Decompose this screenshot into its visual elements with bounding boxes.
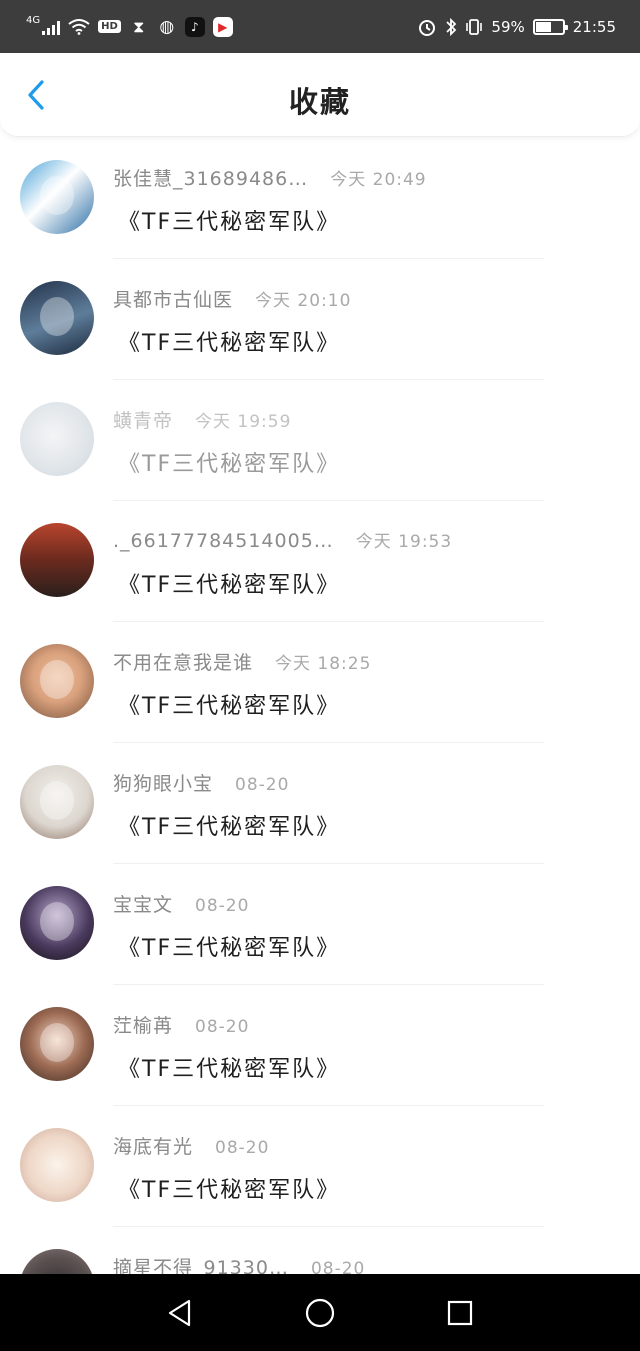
nav-back-button[interactable] — [158, 1291, 202, 1335]
avatar[interactable] — [20, 281, 94, 355]
favorites-list: 张佳慧_31689486… 今天 20:49 《TF三代秘密军队》 具都市古仙医… — [0, 138, 640, 1274]
item-time: 08-20 — [310, 1259, 366, 1274]
item-name[interactable]: 蟥青帝 — [113, 406, 173, 433]
item-time: 今天 18:25 — [275, 654, 372, 674]
list-item[interactable]: ._66177784514005… 今天 19:53 《TF三代秘密军队》 — [0, 501, 640, 622]
list-item[interactable]: 摘星不得_91330… 08-20 — [0, 1227, 640, 1274]
item-content[interactable]: 《TF三代秘密军队》 — [118, 204, 340, 236]
nav-recents-button[interactable] — [438, 1291, 482, 1335]
item-meta: 海底有光 08-20 — [113, 1132, 269, 1159]
system-nav-bar — [0, 1274, 640, 1351]
status-bar: 4G HD ⧗ ◍ ♪ ▶ 59% 21:55 — [0, 0, 640, 53]
avatar[interactable] — [20, 1128, 94, 1202]
list-item[interactable]: 具都市古仙医 今天 20:10 《TF三代秘密军队》 — [0, 259, 640, 380]
item-meta: 狗狗眼小宝 08-20 — [113, 769, 289, 796]
page-title: 收藏 — [288, 85, 351, 119]
item-content[interactable]: 《TF三代秘密军队》 — [118, 930, 340, 962]
network-type: 4G — [26, 15, 41, 26]
avatar[interactable] — [20, 160, 94, 234]
item-meta: 宝宝文 08-20 — [113, 890, 249, 917]
list-item[interactable]: 海底有光 08-20 《TF三代秘密军队》 — [0, 1106, 640, 1227]
item-content[interactable]: 《TF三代秘密军队》 — [118, 446, 340, 478]
item-name[interactable]: 狗狗眼小宝 — [113, 769, 213, 796]
list-item[interactable]: 不用在意我是谁 今天 18:25 《TF三代秘密军队》 — [0, 622, 640, 743]
item-name[interactable]: 宝宝文 — [113, 890, 173, 917]
item-time: 08-20 — [195, 896, 250, 916]
item-time: 08-20 — [195, 1017, 250, 1037]
circle-home-icon — [305, 1298, 335, 1327]
avatar[interactable] — [20, 644, 94, 718]
item-time: 08-20 — [235, 775, 290, 795]
list-item[interactable]: 狗狗眼小宝 08-20 《TF三代秘密军队》 — [0, 743, 640, 864]
status-bar-right: 59% 21:55 — [417, 17, 616, 37]
hd-icon: HD — [98, 20, 121, 33]
item-content[interactable]: 《TF三代秘密军队》 — [118, 1172, 340, 1204]
item-name[interactable]: 张佳慧_31689486… — [113, 164, 308, 191]
item-meta: 茳榆苒 08-20 — [113, 1011, 249, 1038]
battery-percent: 59% — [491, 17, 525, 36]
item-content[interactable]: 《TF三代秘密军队》 — [118, 809, 340, 841]
item-content[interactable]: 《TF三代秘密军队》 — [118, 567, 340, 599]
avatar[interactable] — [20, 1249, 94, 1274]
item-content[interactable]: 《TF三代秘密军队》 — [118, 1051, 340, 1083]
triangle-back-icon — [168, 1299, 191, 1326]
avatar[interactable] — [20, 402, 94, 476]
item-name[interactable]: 海底有光 — [113, 1132, 193, 1159]
video-app-icon: ▶ — [212, 16, 233, 37]
item-time: 今天 19:59 — [195, 412, 292, 432]
item-name[interactable]: 不用在意我是谁 — [113, 648, 253, 675]
alarm-icon — [419, 19, 436, 36]
item-name[interactable]: ._66177784514005… — [113, 530, 334, 552]
nav-home-button[interactable] — [298, 1291, 342, 1335]
item-content[interactable]: 《TF三代秘密军队》 — [118, 688, 340, 720]
tiktok-icon: ♪ — [184, 16, 205, 37]
signal-icon — [42, 19, 61, 35]
item-meta: 不用在意我是谁 今天 18:25 — [113, 648, 371, 675]
item-meta: 摘星不得_91330… 08-20 — [113, 1253, 365, 1274]
globe-icon: ◍ — [159, 16, 175, 37]
avatar[interactable] — [20, 765, 94, 839]
item-meta: 具都市古仙医 今天 20:10 — [113, 285, 351, 312]
square-recents-icon — [447, 1300, 473, 1325]
item-name[interactable]: 摘星不得_91330… — [113, 1253, 289, 1274]
wifi-icon — [68, 18, 90, 35]
item-meta: 蟥青帝 今天 19:59 — [113, 406, 291, 433]
status-bar-left: 4G HD ⧗ ◍ ♪ ▶ — [26, 15, 233, 37]
item-meta: ._66177784514005… 今天 19:53 — [113, 527, 452, 552]
avatar[interactable] — [20, 523, 94, 597]
item-time: 今天 19:53 — [355, 532, 453, 552]
list-item[interactable]: 蟥青帝 今天 19:59 《TF三代秘密军队》 — [0, 380, 640, 501]
avatar[interactable] — [20, 886, 94, 960]
item-time: 08-20 — [215, 1138, 270, 1158]
avatar[interactable] — [20, 1007, 94, 1081]
list-item[interactable]: 茳榆苒 08-20 《TF三代秘密军队》 — [0, 985, 640, 1106]
item-time: 今天 20:10 — [255, 291, 352, 311]
item-content[interactable]: 《TF三代秘密军队》 — [118, 325, 340, 357]
list-item[interactable]: 张佳慧_31689486… 今天 20:49 《TF三代秘密军队》 — [0, 138, 640, 259]
list-item[interactable]: 宝宝文 08-20 《TF三代秘密军队》 — [0, 864, 640, 985]
bluetooth-icon — [446, 17, 457, 36]
item-time: 今天 20:49 — [330, 170, 427, 190]
vibrate-icon — [466, 18, 483, 35]
item-name[interactable]: 茳榆苒 — [113, 1011, 173, 1038]
clock: 21:55 — [572, 17, 616, 36]
hourglass-icon: ⧗ — [133, 16, 145, 36]
battery-icon — [532, 18, 568, 35]
item-meta: 张佳慧_31689486… 今天 20:49 — [113, 164, 427, 191]
item-name[interactable]: 具都市古仙医 — [113, 285, 233, 312]
header: 收藏 — [0, 53, 640, 137]
